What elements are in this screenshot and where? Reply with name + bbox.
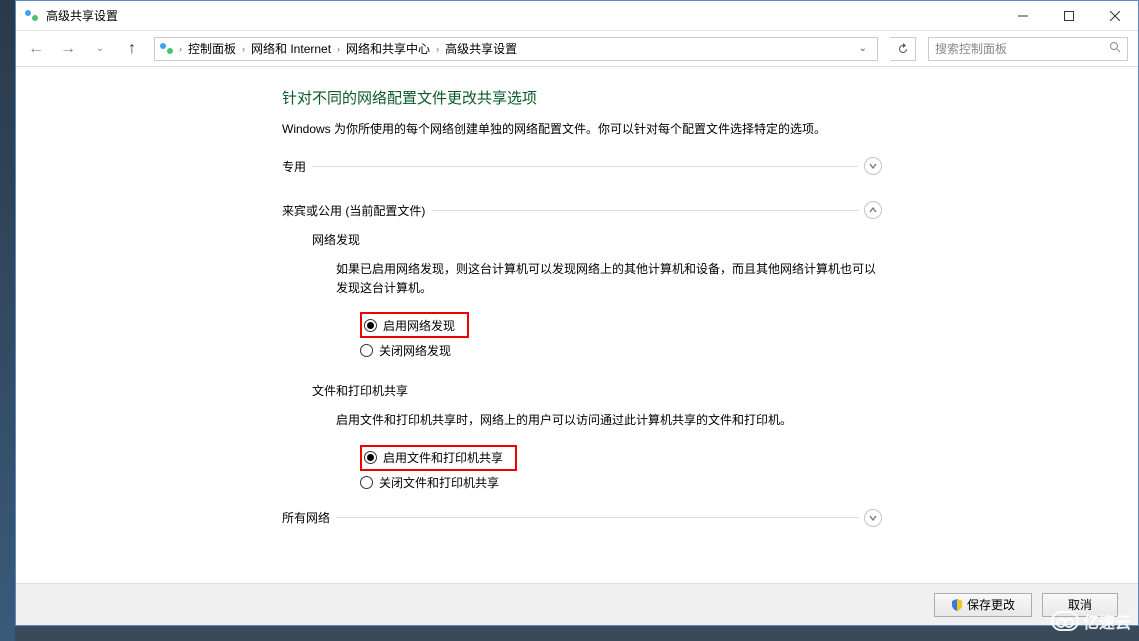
watermark-icon <box>1051 611 1079 631</box>
breadcrumb-item[interactable]: 网络和 Internet <box>249 40 333 57</box>
file-share-label: 文件和打印机共享 <box>312 382 882 399</box>
navigation-bar: ← → ⌄ ↑ › 控制面板 › 网络和 Internet › 网络和共享中心 … <box>16 31 1138 67</box>
shield-icon <box>951 599 963 611</box>
up-button[interactable]: ↑ <box>122 40 142 58</box>
forward-button[interactable]: → <box>58 40 78 58</box>
section-all-header[interactable]: 所有网络 <box>282 509 882 527</box>
close-button[interactable] <box>1092 1 1138 31</box>
breadcrumb-separator: › <box>242 44 245 54</box>
recent-dropdown[interactable]: ⌄ <box>90 43 110 54</box>
footer-bar: 保存更改 取消 <box>16 583 1138 625</box>
address-bar[interactable]: › 控制面板 › 网络和 Internet › 网络和共享中心 › 高级共享设置… <box>154 37 878 61</box>
chevron-down-icon <box>864 509 882 527</box>
breadcrumb-separator: › <box>337 44 340 54</box>
titlebar: 高级共享设置 <box>16 1 1138 31</box>
breadcrumb-item[interactable]: 控制面板 <box>186 40 238 57</box>
watermark: 亿速云 <box>1051 609 1131 633</box>
breadcrumb-separator: › <box>179 44 182 54</box>
breadcrumb-item[interactable]: 网络和共享中心 <box>344 40 432 57</box>
save-button-label: 保存更改 <box>967 596 1015 613</box>
page-title: 针对不同的网络配置文件更改共享选项 <box>282 87 882 108</box>
highlight-box: 启用网络发现 <box>360 312 469 338</box>
chevron-down-icon <box>864 157 882 175</box>
page-subtitle: Windows 为你所使用的每个网络创建单独的网络配置文件。你可以针对每个配置文… <box>282 120 882 137</box>
back-button[interactable]: ← <box>26 40 46 58</box>
radio-icon <box>364 319 377 332</box>
network-sharing-icon <box>159 41 175 57</box>
save-button[interactable]: 保存更改 <box>934 593 1032 617</box>
section-label: 专用 <box>282 158 306 175</box>
radio-label: 关闭文件和打印机共享 <box>379 474 499 491</box>
search-placeholder: 搜索控制面板 <box>935 40 1007 57</box>
radio-disable-network-discovery[interactable]: 关闭网络发现 <box>360 340 882 360</box>
section-label: 来宾或公用 (当前配置文件) <box>282 202 425 219</box>
radio-enable-file-share[interactable]: 启用文件和打印机共享 <box>364 448 503 468</box>
network-discovery-label: 网络发现 <box>312 231 882 248</box>
window-controls <box>1000 1 1138 31</box>
window-title: 高级共享设置 <box>46 7 118 24</box>
network-discovery-desc: 如果已启用网络发现，则这台计算机可以发现网络上的其他计算机和设备，而且其他网络计… <box>336 260 882 298</box>
radio-icon <box>360 344 373 357</box>
section-guest-header[interactable]: 来宾或公用 (当前配置文件) <box>282 201 882 219</box>
watermark-text: 亿速云 <box>1083 609 1131 633</box>
radio-enable-network-discovery[interactable]: 启用网络发现 <box>364 315 455 335</box>
radio-icon <box>360 476 373 489</box>
refresh-icon <box>897 43 909 55</box>
chevron-up-icon <box>864 201 882 219</box>
network-sharing-icon <box>24 8 40 24</box>
search-icon <box>1109 41 1121 56</box>
section-guest-body: 网络发现 如果已启用网络发现，则这台计算机可以发现网络上的其他计算机和设备，而且… <box>312 231 882 493</box>
address-dropdown[interactable]: ⌄ <box>853 43 873 54</box>
search-input[interactable]: 搜索控制面板 <box>928 37 1128 61</box>
radio-icon <box>364 451 377 464</box>
radio-label: 关闭网络发现 <box>379 342 451 359</box>
section-private-header[interactable]: 专用 <box>282 157 882 175</box>
explorer-window: 高级共享设置 ← → ⌄ ↑ › 控制面板 › 网络和 I <box>15 0 1139 626</box>
breadcrumb-separator: › <box>436 44 439 54</box>
radio-disable-file-share[interactable]: 关闭文件和打印机共享 <box>360 473 882 493</box>
breadcrumb-item[interactable]: 高级共享设置 <box>443 40 519 57</box>
maximize-button[interactable] <box>1046 1 1092 31</box>
refresh-button[interactable] <box>890 37 916 61</box>
content-area: 针对不同的网络配置文件更改共享选项 Windows 为你所使用的每个网络创建单独… <box>16 67 1138 583</box>
section-label: 所有网络 <box>282 509 330 526</box>
highlight-box: 启用文件和打印机共享 <box>360 445 517 471</box>
file-share-desc: 启用文件和打印机共享时，网络上的用户可以访问通过此计算机共享的文件和打印机。 <box>336 411 882 430</box>
radio-label: 启用网络发现 <box>383 317 455 334</box>
radio-label: 启用文件和打印机共享 <box>383 449 503 466</box>
desktop-background-edge <box>0 0 15 641</box>
minimize-button[interactable] <box>1000 1 1046 31</box>
